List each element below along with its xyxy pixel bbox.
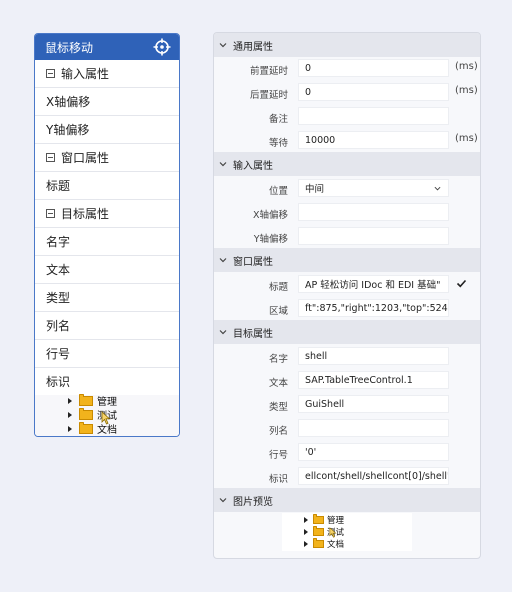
chevron-down-icon: [219, 258, 227, 263]
identifier-input[interactable]: ellcont/shell/shellcont[0]/shell': [298, 467, 449, 485]
card-row-label: Y轴偏移: [46, 123, 90, 137]
folder-icon: [79, 407, 93, 420]
area-input[interactable]: ft":875,"right":1203,"top":524}: [298, 299, 449, 317]
type-input[interactable]: GuiShell: [298, 395, 449, 413]
property-panel: 通用属性 前置延时 0 (ms) 后置延时 0 (ms) 备注 等待 10000…: [213, 32, 481, 559]
window-title-input[interactable]: AP 轻松访问 IDoc 和 EDI 基础": [298, 275, 449, 293]
delay-after-input[interactable]: 0: [298, 83, 449, 101]
tree-item-manage: 管理: [68, 393, 117, 408]
column-label: 列名: [268, 426, 288, 437]
card-row-label: 类型: [46, 291, 71, 305]
card-row-label: 列名: [46, 319, 71, 333]
wait-label: 等待: [268, 138, 288, 149]
chevron-down-icon: [219, 162, 227, 167]
card-row-label: 窗口属性: [61, 151, 110, 165]
card-row-label: 标识: [46, 375, 71, 389]
x-offset-label: X轴偏移: [252, 210, 288, 221]
card-property-row[interactable]: 名字: [35, 228, 179, 256]
section-preview-header[interactable]: 图片预览: [214, 488, 480, 512]
identifier-label: 标识: [268, 474, 288, 485]
card-property-row[interactable]: 行号: [35, 340, 179, 368]
collapse-icon[interactable]: [46, 209, 55, 218]
card-row-label: 名字: [46, 235, 71, 249]
expand-arrow-icon: [304, 529, 308, 535]
card-row-label: 行号: [46, 347, 71, 361]
folder-icon: [313, 538, 324, 548]
section-target-header[interactable]: 目标属性: [214, 320, 480, 344]
text-label: 文本: [268, 378, 288, 389]
section-input-header[interactable]: 输入属性: [214, 152, 480, 176]
row-number-input[interactable]: '0': [298, 443, 449, 461]
delay-before-input[interactable]: 0: [298, 59, 449, 77]
tree-item-docs: 文档: [304, 538, 344, 550]
card-row-label: X轴偏移: [46, 95, 91, 109]
section-window-header[interactable]: 窗口属性: [214, 248, 480, 272]
note-input[interactable]: [298, 107, 449, 125]
y-offset-input[interactable]: [298, 227, 449, 245]
mouse-move-activity-card[interactable]: 鼠标移动 输入属性 X轴偏移 Y轴偏移 窗口属性 标题 目标属性 名字 文本 类型 列名 行号 标识 …: [34, 33, 180, 437]
expand-arrow-icon: [68, 411, 72, 418]
chevron-down-icon: [219, 43, 227, 48]
chevron-down-icon: [434, 186, 441, 191]
wait-unit: (ms): [455, 133, 478, 144]
card-row-label: 输入属性: [61, 67, 110, 81]
chevron-down-icon: [219, 330, 227, 335]
image-preview: 管理 测试 文档: [282, 513, 412, 551]
crosshair-icon[interactable]: [153, 38, 171, 56]
x-offset-input[interactable]: [298, 203, 449, 221]
text-input[interactable]: SAP.TableTreeControl.1: [298, 371, 449, 389]
card-property-list: 输入属性 X轴偏移 Y轴偏移窗口属性标题目标属性名字文本类型列名行号标识: [35, 60, 179, 396]
column-input[interactable]: [298, 419, 449, 437]
delay-after-unit: (ms): [455, 85, 478, 96]
folder-icon: [79, 421, 93, 434]
name-label: 名字: [268, 354, 288, 365]
expand-arrow-icon: [304, 541, 308, 547]
wait-input[interactable]: 10000: [298, 131, 449, 149]
folder-icon: [313, 514, 324, 524]
expand-arrow-icon: [304, 517, 308, 523]
card-property-row[interactable]: 类型: [35, 284, 179, 312]
card-section-row[interactable]: 窗口属性: [35, 144, 179, 172]
name-input[interactable]: shell: [298, 347, 449, 365]
checkmark-icon[interactable]: [456, 278, 467, 289]
card-property-row[interactable]: Y轴偏移: [35, 116, 179, 144]
collapse-icon[interactable]: [46, 153, 55, 162]
row-number-label: 行号: [268, 450, 288, 461]
card-property-row[interactable]: 标识: [35, 368, 179, 396]
tree-item-manage: 管理: [304, 514, 344, 526]
chevron-down-icon: [219, 498, 227, 503]
card-title: 鼠标移动: [45, 40, 94, 55]
card-row-label: 目标属性: [61, 207, 110, 221]
card-property-row[interactable]: 列名: [35, 312, 179, 340]
mouse-cursor-icon: [101, 411, 111, 425]
expand-arrow-icon: [68, 425, 72, 432]
card-header[interactable]: 鼠标移动: [35, 34, 179, 60]
area-label: 区域: [268, 306, 288, 317]
card-section-row[interactable]: 输入属性: [35, 60, 179, 88]
mouse-cursor-icon: [329, 527, 337, 538]
note-label: 备注: [268, 114, 288, 125]
folder-icon: [79, 393, 93, 406]
card-property-row[interactable]: X轴偏移: [35, 88, 179, 116]
card-row-label: 文本: [46, 263, 71, 277]
window-title-label: 标题: [268, 282, 288, 293]
position-select[interactable]: 中间: [298, 179, 449, 197]
expand-arrow-icon: [68, 397, 72, 404]
type-label: 类型: [268, 402, 288, 413]
card-image-preview: 管理 测试 文档: [35, 393, 179, 436]
card-row-label: 标题: [46, 179, 71, 193]
delay-before-unit: (ms): [455, 61, 478, 72]
card-section-row[interactable]: 目标属性: [35, 200, 179, 228]
folder-icon: [313, 526, 324, 536]
section-general-header[interactable]: 通用属性: [214, 33, 480, 57]
position-label: 位置: [268, 186, 288, 197]
delay-before-label: 前置延时: [249, 66, 288, 77]
card-property-row[interactable]: 文本: [35, 256, 179, 284]
y-offset-label: Y轴偏移: [253, 234, 288, 245]
delay-after-label: 后置延时: [249, 90, 288, 101]
card-property-row[interactable]: 标题: [35, 172, 179, 200]
tree-item-test: 测试: [304, 526, 344, 538]
collapse-icon[interactable]: [46, 69, 55, 78]
